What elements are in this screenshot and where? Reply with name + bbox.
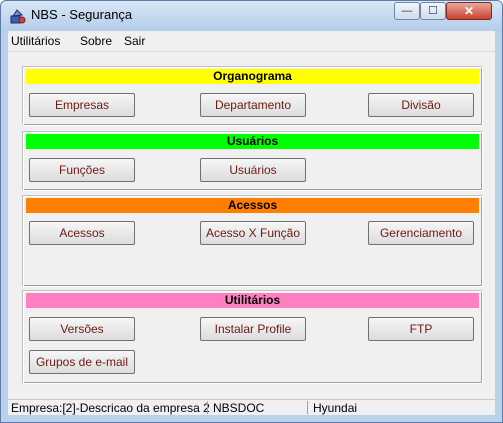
window-title: NBS - Segurança xyxy=(31,7,133,22)
usuarios-button[interactable]: Usuários xyxy=(200,158,306,182)
usuarios-header: Usuários xyxy=(26,134,479,149)
status-divider xyxy=(307,401,308,414)
acesso-x-funcao-button[interactable]: Acesso X Função xyxy=(200,221,306,245)
menu-sair[interactable]: Sair xyxy=(124,34,145,48)
organograma-header: Organograma xyxy=(26,69,479,84)
instalar-profile-button[interactable]: Instalar Profile xyxy=(200,317,306,341)
status-empresa: Empresa:[2]-Descricao da empresa 2 xyxy=(11,401,210,415)
menu-bar: Utilitários Sobre Sair xyxy=(8,31,495,52)
grupos-de-email-button[interactable]: Grupos de e-mail xyxy=(29,350,135,374)
divisao-button[interactable]: Divisão xyxy=(368,93,474,117)
title-bar[interactable]: NBS - Segurança — ☐ ✕ xyxy=(1,1,502,31)
departamento-button[interactable]: Departamento xyxy=(200,93,306,117)
status-divider xyxy=(207,401,208,414)
close-icon: ✕ xyxy=(463,4,475,18)
minimize-icon: — xyxy=(401,5,413,17)
acessos-header: Acessos xyxy=(26,198,479,213)
utilitarios-header: Utilitários xyxy=(26,293,479,308)
close-button[interactable]: ✕ xyxy=(446,2,492,20)
ftp-button[interactable]: FTP xyxy=(368,317,474,341)
acessos-button[interactable]: Acessos xyxy=(29,221,135,245)
menu-utilitarios[interactable]: Utilitários xyxy=(11,34,60,48)
maximize-icon: ☐ xyxy=(428,5,438,17)
menu-sobre[interactable]: Sobre xyxy=(80,34,112,48)
empresas-button[interactable]: Empresas xyxy=(29,93,135,117)
minimize-button[interactable]: — xyxy=(394,2,420,20)
status-database: NBSDOC xyxy=(213,401,265,415)
status-brand: Hyundai xyxy=(313,401,358,415)
app-icon xyxy=(10,9,26,24)
gerenciamento-button[interactable]: Gerenciamento xyxy=(368,221,474,245)
client-area: Utilitários Sobre Sair Organograma Empre… xyxy=(8,31,495,415)
funcoes-button[interactable]: Funções xyxy=(29,158,135,182)
versoes-button[interactable]: Versões xyxy=(29,317,135,341)
app-window: NBS - Segurança — ☐ ✕ Utilitários Sobre … xyxy=(0,0,503,423)
maximize-button[interactable]: ☐ xyxy=(420,2,446,20)
status-bar: Empresa:[2]-Descricao da empresa 2 NBSDO… xyxy=(8,399,495,415)
